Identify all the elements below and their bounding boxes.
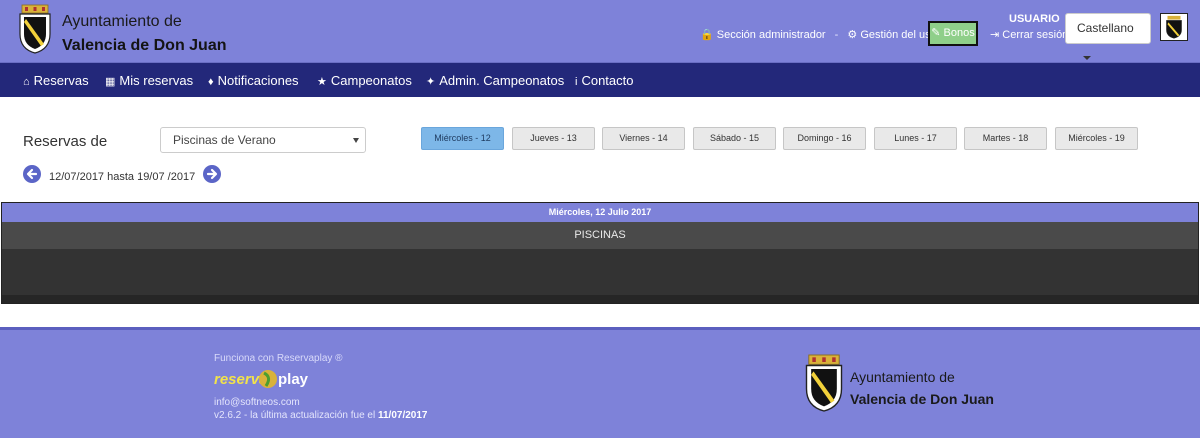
day-button-2[interactable]: Jueves - 13 xyxy=(512,127,595,150)
arrow-right-icon xyxy=(206,168,218,180)
separator: - xyxy=(834,29,839,41)
chevron-down-icon xyxy=(353,138,359,143)
schedule-row xyxy=(2,295,1198,303)
schedule-row xyxy=(2,249,1198,295)
bell-icon: ♦ xyxy=(208,76,214,88)
logout-link[interactable]: ⇥ Cerrar sesión xyxy=(990,28,1068,41)
nav-item-contacto[interactable]: i Contacto xyxy=(575,73,634,88)
header: Ayuntamiento de Valencia de Don Juan 🔒 S… xyxy=(0,0,1200,63)
day-button-1[interactable]: Miércoles - 12 xyxy=(421,127,504,150)
nav-item-admin-campeonatos[interactable]: ✦ Admin. Campeonatos xyxy=(426,73,564,88)
last-update-date: 11/07/2017 xyxy=(377,410,428,421)
top-links: 🔒 Sección administrador - ⚙ Gestión del … xyxy=(700,28,955,41)
main-nav: ⌂ Reservas ▦ Mis reservas ♦ Notificaciones … xyxy=(0,63,1200,97)
contact-email[interactable]: info@softneos.com xyxy=(214,397,300,408)
reservaplay-logo[interactable]: reserva play xyxy=(214,367,314,393)
facility-select[interactable]: Piscinas de Verano xyxy=(160,127,366,153)
date-range: 12/07/2017 hasta 19/07 /2017 xyxy=(49,171,196,183)
brand-right: play xyxy=(278,371,309,388)
calendar-icon: ▦ xyxy=(105,76,116,88)
chevron-down-icon xyxy=(1083,55,1091,60)
home-icon: ⌂ xyxy=(23,76,30,88)
day-button-7[interactable]: Martes - 18 xyxy=(964,127,1047,150)
schedule-table: Miércoles, 12 Julio 2017 PISCINAS xyxy=(1,202,1199,304)
town-crest-small-icon[interactable] xyxy=(1160,13,1188,41)
town-crest-footer-logo xyxy=(805,354,843,412)
lock-icon: 🔒 xyxy=(700,29,714,41)
nav-item-notificaciones[interactable]: ♦ Notificaciones xyxy=(208,73,299,88)
town-name-line1: Ayuntamiento de xyxy=(62,13,182,30)
admin-section-link[interactable]: 🔒 Sección administrador xyxy=(700,28,826,41)
schedule-column-header: PISCINAS xyxy=(2,222,1198,249)
day-button-4[interactable]: Sábado - 15 xyxy=(693,127,776,150)
language-dropdown[interactable]: Castellano xyxy=(1065,13,1151,60)
reservas-de-label: Reservas de xyxy=(23,133,108,150)
info-icon: i xyxy=(575,76,578,88)
schedule-date: Miércoles, 12 Julio 2017 xyxy=(2,203,1198,222)
trophy-icon: ★ xyxy=(317,76,327,88)
town-name-line2: Valencia de Don Juan xyxy=(62,37,227,54)
day-button-8[interactable]: Miércoles - 19 xyxy=(1055,127,1138,150)
next-week-button[interactable] xyxy=(203,165,221,183)
previous-week-button[interactable] xyxy=(23,165,41,183)
footer: Funciona con Reservaplay ® reserva play … xyxy=(0,327,1200,438)
edit-icon: ✎ xyxy=(931,27,941,39)
bonos-link[interactable]: ✎ Bonos xyxy=(928,21,978,46)
arrow-left-icon xyxy=(26,168,38,180)
nav-item-reservas[interactable]: ⌂ Reservas xyxy=(23,73,89,88)
day-button-6[interactable]: Lunes - 17 xyxy=(874,127,957,150)
day-button-5[interactable]: Domingo - 16 xyxy=(783,127,866,150)
day-button-3[interactable]: Viernes - 14 xyxy=(602,127,685,150)
facility-value: Piscinas de Verano xyxy=(173,133,276,147)
powered-by-text: Funciona con Reservaplay ® xyxy=(214,353,343,364)
footer-town-line1: Ayuntamiento de xyxy=(850,369,955,385)
username-label: USUARIO xyxy=(1009,13,1060,25)
language-value: Castellano xyxy=(1077,21,1134,35)
wrench-icon: ✦ xyxy=(426,76,436,88)
gear-icon: ⚙ xyxy=(847,29,858,41)
version-text: v2.6.2 - la última actualización fue el … xyxy=(214,410,428,421)
town-crest-logo[interactable] xyxy=(17,4,53,54)
logout-icon: ⇥ xyxy=(990,29,1000,41)
footer-town-line2: Valencia de Don Juan xyxy=(850,391,994,407)
nav-item-campeonatos[interactable]: ★ Campeonatos xyxy=(317,73,412,88)
nav-item-mis-reservas[interactable]: ▦ Mis reservas xyxy=(105,73,193,88)
